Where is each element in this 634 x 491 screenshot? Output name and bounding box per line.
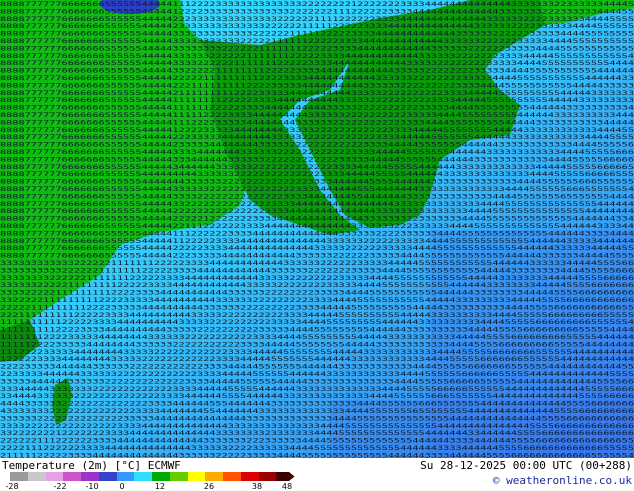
value-row: 8888777777666666655555544444111111222223… xyxy=(0,105,634,112)
value-row: 8888777777666666655555544444333333222222… xyxy=(0,186,634,193)
value-row: 8888777777666666655555544444444433333322… xyxy=(0,171,634,178)
colorbar-segment xyxy=(169,472,188,481)
temperature-colorbar xyxy=(10,472,295,481)
value-row: 2222211111111122223333344444444443333332… xyxy=(0,304,634,311)
value-row: 2222111222222333344444444444444333333222… xyxy=(0,445,634,452)
colorbar-segment xyxy=(45,472,64,481)
value-row: 8888777777666666655555544444333333333333… xyxy=(0,31,634,38)
value-row: 3333222221111111112222333344444444444333… xyxy=(0,290,634,297)
value-row: 8888777777666666655555544444222222222222… xyxy=(0,208,634,215)
value-row: 8888777777666666655555544444333333333332… xyxy=(0,38,634,45)
value-row: 1111122223333344444444333333222222222223… xyxy=(0,341,634,348)
value-row: 3333344444433333322222222222223333444445… xyxy=(0,378,634,385)
credit-link[interactable]: © weatheronline.co.uk xyxy=(493,474,632,487)
value-row: 3322222221222222233334444444444444433333… xyxy=(0,430,634,437)
value-row: 2222333334444443333332222222222223333444… xyxy=(0,364,634,371)
value-row: 8888777777666666655555544444443333332222… xyxy=(0,179,634,186)
value-row: 3333222222222222222333344444444444444333… xyxy=(0,423,634,430)
value-row: 2233333444444333333222222222222233334444… xyxy=(0,371,634,378)
value-row: 2222221112222223333444444444444443333333… xyxy=(0,438,634,445)
value-row: 8888777777666666655555544444222333334444… xyxy=(0,134,634,141)
value-row: 8888777777666666655555544444222333334444… xyxy=(0,253,634,260)
value-row: 1111111112222333344444444443333322222222… xyxy=(0,327,634,334)
value-row: 3333333333332222221111111222223333444444… xyxy=(0,260,634,267)
value-row: 8888777777666666655555544444222221222222… xyxy=(0,216,634,223)
value-row: 1111111111222223333444444444433333222222… xyxy=(0,319,634,326)
map-title: Temperature (2m) [°C] ECMWF xyxy=(2,459,181,472)
value-row: 8888777777666666655555544444111222222333… xyxy=(0,230,634,237)
value-row: 8888777777666666655555544444122223333333… xyxy=(0,8,634,15)
value-row: 1222223333444444443333322222222222233334… xyxy=(0,356,634,363)
value-row: 8888777777666666655555544444233333333333… xyxy=(0,23,634,30)
value-row: 8888777777666666655555544444332222222222… xyxy=(0,201,634,208)
temperature-value-grid: 8888777777666666655555544444111222233333… xyxy=(0,1,634,458)
colorbar-segment xyxy=(98,472,117,481)
value-row: 8888777777666666655555544444211111111122… xyxy=(0,90,634,97)
value-row: 8888777777666666655555544444221112222223… xyxy=(0,223,634,230)
colorbar-segment xyxy=(205,472,224,481)
value-row: 3333333333222222111111122222333344444444… xyxy=(0,267,634,274)
value-row: 4333333322222222222222333344444445544444… xyxy=(0,408,634,415)
value-row: 8888777777666666655555544444333444444333… xyxy=(0,156,634,163)
colorbar-segment xyxy=(116,472,135,481)
value-row: 3333333322222211111112222233334444444444… xyxy=(0,275,634,282)
value-row: 1111111222233333444444443333332222222222… xyxy=(0,334,634,341)
colorbar-segment xyxy=(27,472,46,481)
temperature-map: 8888777777666666655555544444111222233333… xyxy=(0,0,634,458)
value-row: 8888777777666666655555544444111222233333… xyxy=(0,119,634,126)
colorbar-segment xyxy=(134,472,153,481)
value-row: 3322222111111111222233333444444444433333… xyxy=(0,297,634,304)
value-row: 8888777777666666655555544444111222233333… xyxy=(0,1,634,8)
value-row: 1112222333334444444433333222222222222333… xyxy=(0,349,634,356)
value-row: 8888777777666666655555544444332222211111… xyxy=(0,68,634,75)
value-row: 8888777777666666655555544444333322222211… xyxy=(0,60,634,67)
value-row: 8888777777666666655555544444111112222333… xyxy=(0,112,634,119)
forecast-datetime: Su 28-12-2025 00:00 UTC (00+288) xyxy=(420,459,632,472)
colorbar-segment xyxy=(223,472,242,481)
value-row: 8888777777666666655555544444344444433333… xyxy=(0,164,634,171)
colorbar-segment xyxy=(258,472,277,481)
colorbar-segment xyxy=(276,472,295,481)
colorbar-segment xyxy=(10,472,29,481)
value-row: 3344443333332222222222222233334444445555… xyxy=(0,393,634,400)
value-row: 8888777777666666655555544444222333333333… xyxy=(0,16,634,23)
colorbar-segment xyxy=(81,472,100,481)
colorbar-segment xyxy=(152,472,171,481)
value-row: 8888777777666666655555544444333333332222… xyxy=(0,45,634,52)
value-row: 4444333333222222222222223333444444555444… xyxy=(0,401,634,408)
colorbar-segment xyxy=(187,472,206,481)
colorbar-segment xyxy=(63,472,82,481)
value-row: 3333332222222222222233333444444444444444… xyxy=(0,415,634,422)
value-row: 8888777777666666655555544444333333222222… xyxy=(0,53,634,60)
value-row: 3334444433333332222222222222333344444555… xyxy=(0,386,634,393)
value-row: 8888777777666666655555544444222221111111… xyxy=(0,75,634,82)
colorbar-segment xyxy=(240,472,259,481)
value-row: 8888777777666666655555544444333344444443… xyxy=(0,149,634,156)
map-footer: Temperature (2m) [°C] ECMWF Su 28-12-202… xyxy=(0,458,634,491)
value-row: 3333332222211111111222223333444444444444… xyxy=(0,282,634,289)
value-row: 8888777777666666655555544444122223333344… xyxy=(0,127,634,134)
value-row: 2221111111112222233334444444444333332222… xyxy=(0,312,634,319)
value-row: 8888777777666666655555544444333322222222… xyxy=(0,193,634,200)
value-row: 8888777777666666655555544444222223333444… xyxy=(0,245,634,252)
value-row: 8888777777666666655555544444233333444444… xyxy=(0,142,634,149)
value-row: 8888777777666666655555544444111111112222… xyxy=(0,97,634,104)
value-row: 8888777777666666655555544444112222233334… xyxy=(0,238,634,245)
value-row: 8888777777666666655555544444222111111111… xyxy=(0,82,634,89)
